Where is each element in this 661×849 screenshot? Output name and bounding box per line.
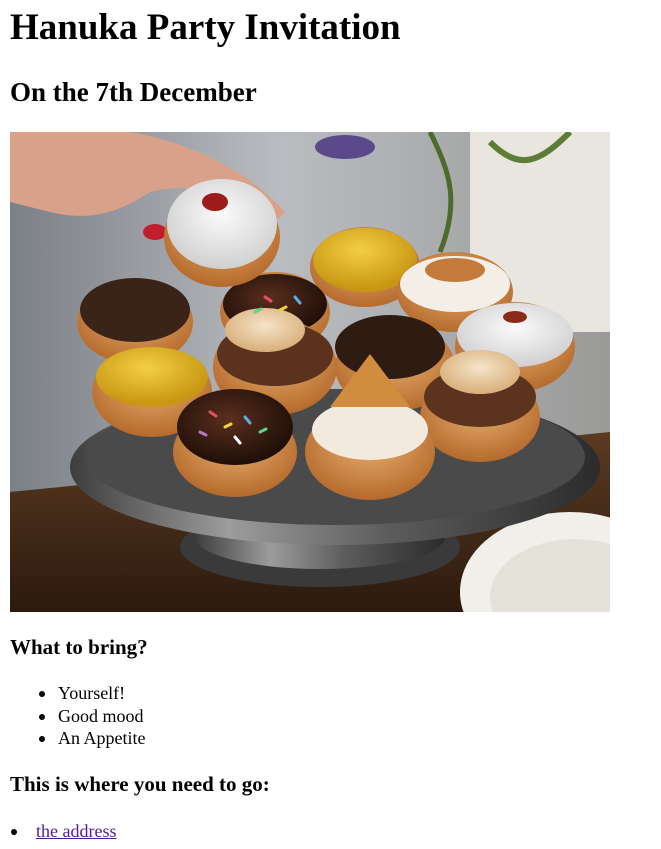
page: Hanuka Party Invitation On the 7th Decem… xyxy=(0,0,661,849)
bring-heading: What to bring? xyxy=(10,635,148,659)
address-link[interactable]: the address xyxy=(36,821,116,841)
location-list: the address xyxy=(0,820,116,843)
list-item: An Appetite xyxy=(0,727,146,750)
list-item: the address xyxy=(0,820,116,843)
bring-list: Yourself! Good mood An Appetite xyxy=(0,682,146,750)
page-subtitle: On the 7th December xyxy=(10,77,257,107)
doughnuts-image xyxy=(10,132,610,612)
page-title: Hanuka Party Invitation xyxy=(10,7,401,48)
location-heading: This is where you need to go: xyxy=(10,772,270,796)
list-item: Yourself! xyxy=(0,682,146,705)
list-item: Good mood xyxy=(0,705,146,728)
